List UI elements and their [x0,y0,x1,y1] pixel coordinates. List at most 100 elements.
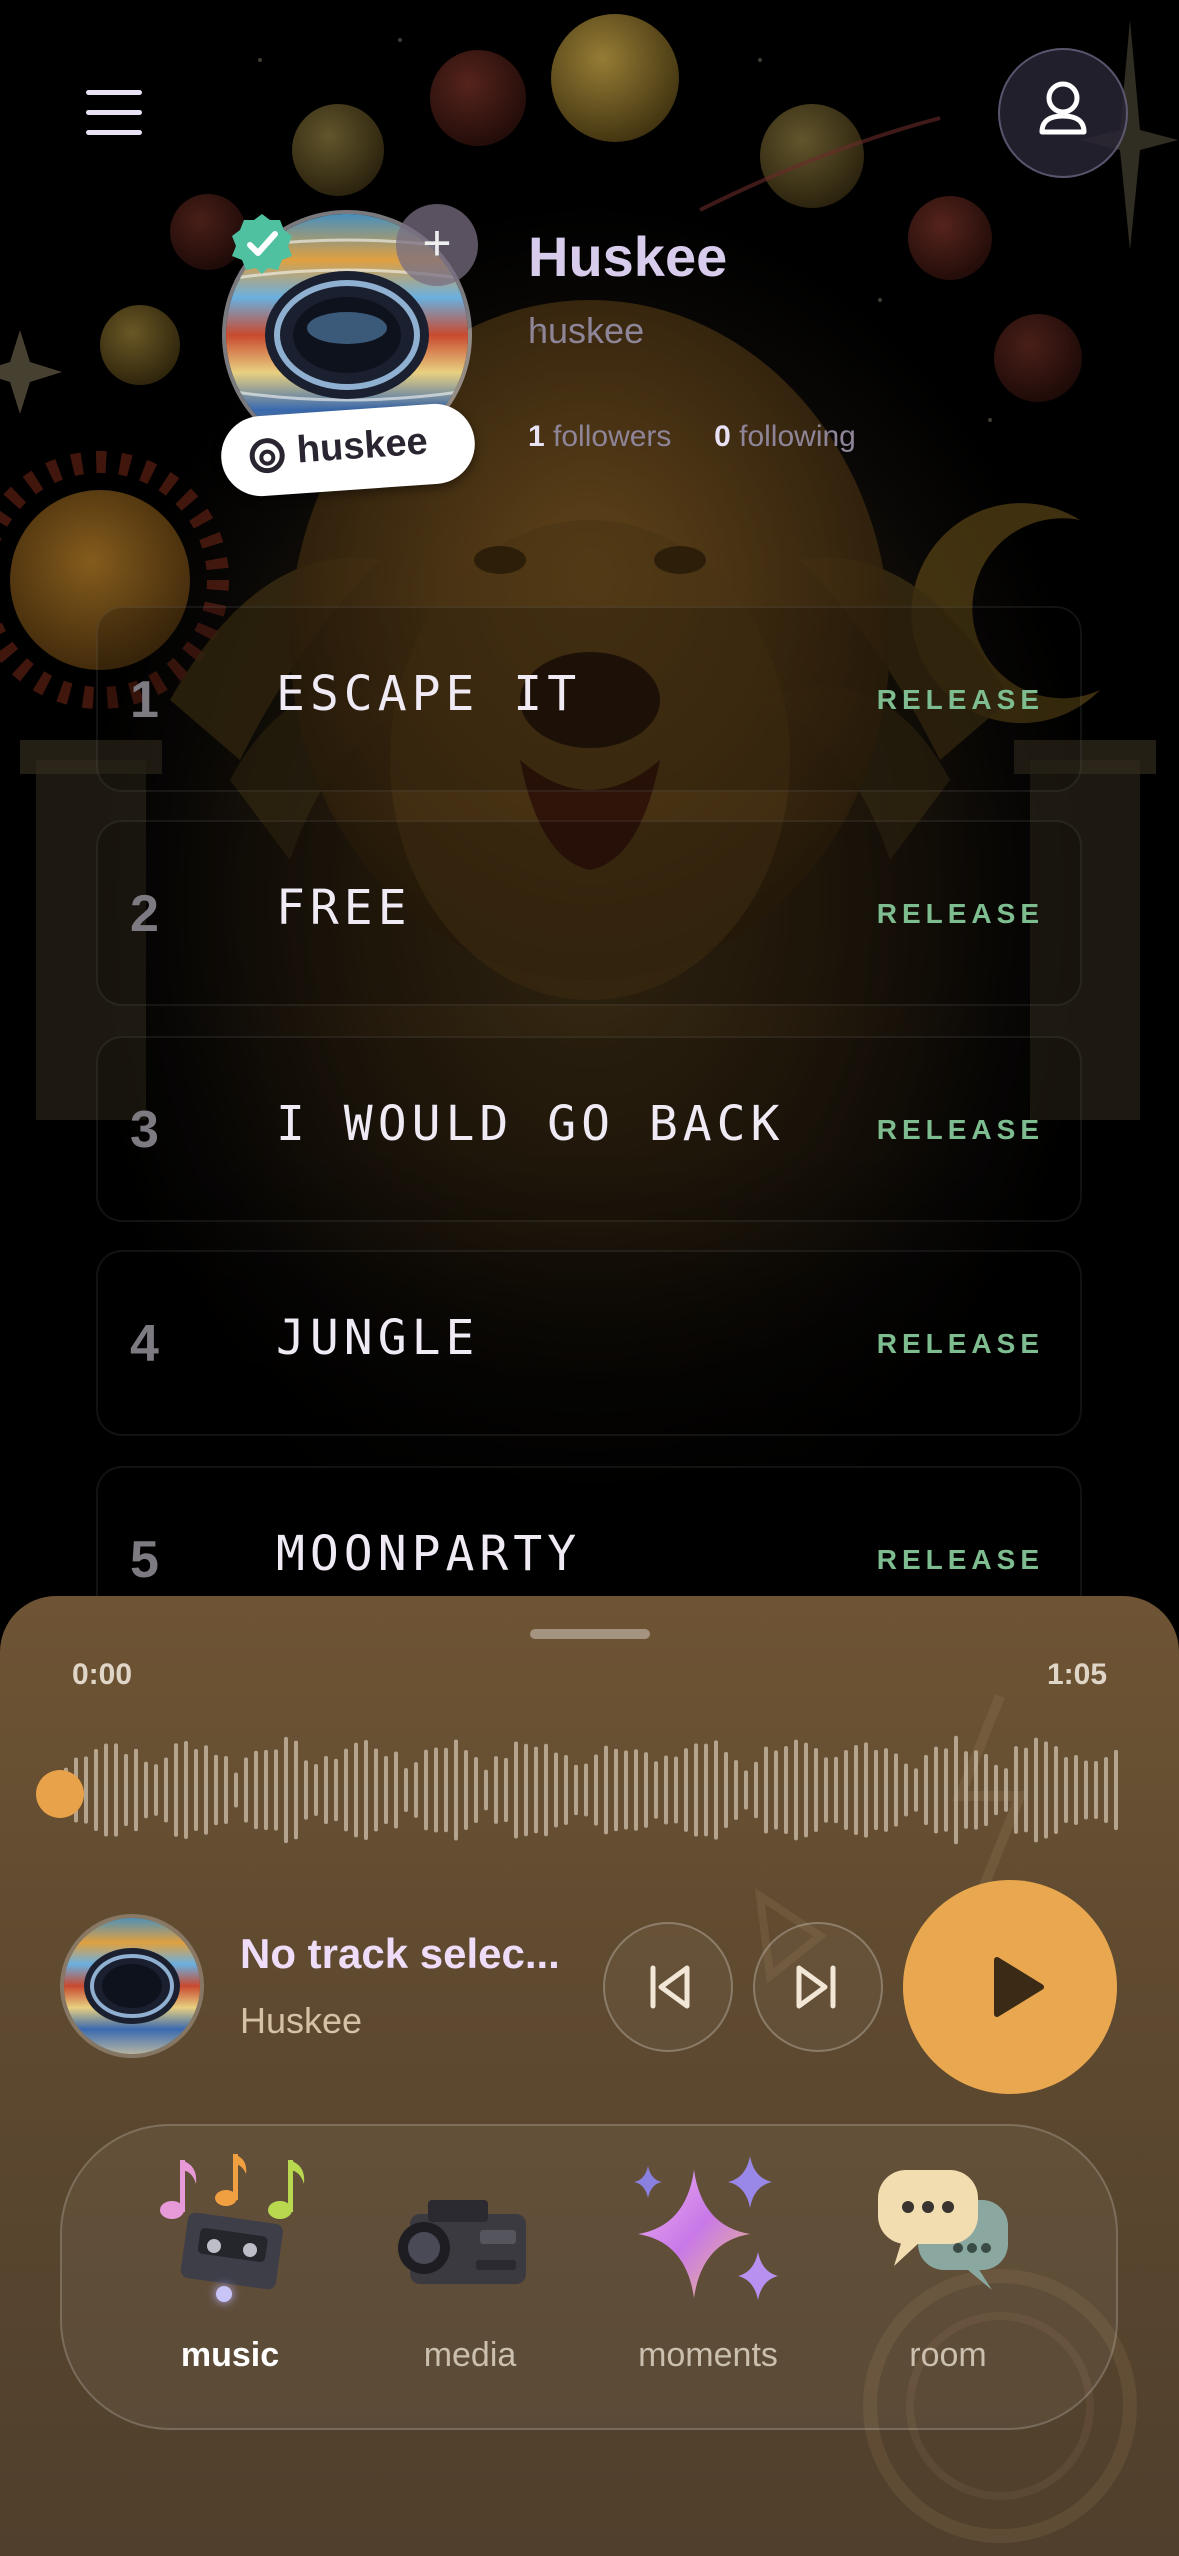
track-number: 1 [130,671,159,729]
waveform-bar [714,1740,718,1840]
waveform-bar [534,1746,538,1834]
waveform-bar [984,1753,988,1827]
waveform-bar [314,1763,318,1817]
waveform-bar [524,1743,528,1837]
nav-label-music: music [180,2336,280,2374]
waveform-bar [624,1750,628,1830]
track-title: JUNGLE [276,1310,480,1366]
artist-username: huskee [528,310,645,351]
waveform-bar [104,1743,108,1837]
waveform-bar [974,1750,978,1830]
follow-stats: 1 followers 0 following [528,420,856,454]
waveform-bar [354,1742,358,1838]
waveform-bar [634,1749,638,1831]
waveform-bar [644,1752,648,1828]
nav-item-media[interactable]: media [360,2140,580,2410]
waveform-bar [724,1751,728,1829]
total-duration: 1:05 [1046,1658,1107,1691]
waveform-bar [394,1751,398,1829]
release-tag: RELEASE [876,898,1044,929]
track-title: FREE [276,880,412,936]
waveform-bar [814,1747,818,1833]
track-row[interactable]: 2 FREE RELEASE [96,820,1082,1006]
waveform-bar [224,1756,228,1824]
release-tag: RELEASE [876,684,1044,715]
nav-item-room[interactable]: room [838,2140,1058,2410]
waveform-bar [1014,1746,1018,1834]
waveform-bar [1084,1760,1088,1820]
waveform-bar [674,1756,678,1824]
waveform-bar [364,1740,368,1840]
waveform-bar [424,1749,428,1831]
waveform-bar [664,1755,668,1825]
waveform-bar [204,1745,208,1835]
waveform-bar [554,1752,558,1828]
waveform-bar [994,1764,998,1816]
waveform-bar [1104,1757,1108,1823]
waveform-bar [734,1760,738,1820]
track-row[interactable]: 4 JUNGLE RELEASE [96,1250,1082,1436]
waveform-bar [744,1770,748,1810]
now-playing-artwork[interactable] [60,1914,204,2058]
waveform-bar [774,1750,778,1830]
skip-previous-icon [650,1965,690,2009]
waveform-bar [1094,1761,1098,1819]
waveform-bar [864,1742,868,1838]
waveform-bar [1064,1757,1068,1823]
waveform-bar [1004,1768,1008,1812]
nav-item-moments[interactable]: moments [598,2140,818,2410]
waveform-bar [484,1769,488,1811]
waveform-bar [294,1740,298,1840]
waveform-bar [1034,1737,1038,1843]
skip-next-icon [796,1965,836,2009]
play-button[interactable] [903,1880,1117,2094]
scrubber-knob[interactable] [36,1770,84,1818]
waveform-scrubber[interactable] [60,1730,1120,1850]
waveform-bar [694,1743,698,1837]
followers-label: followers [553,420,672,453]
waveform-bar [164,1757,168,1823]
waveform-bar [874,1749,878,1831]
followers-stat[interactable]: 1 followers [528,420,671,453]
release-tag: RELEASE [876,1544,1044,1575]
waveform-bar [894,1753,898,1827]
handle-label: huskee [295,420,430,472]
waveform-bar [434,1747,438,1833]
waveform-bar [274,1749,278,1831]
waveform-bar [564,1755,568,1825]
follow-button[interactable]: + [396,204,478,286]
waveform-bar [764,1746,768,1834]
nav-label-media: media [423,2336,517,2374]
active-indicator [216,2286,232,2302]
waveform-bar [234,1772,238,1808]
previous-track-button[interactable] [603,1922,733,2052]
waveform-bar [254,1750,258,1830]
waveform-bar [344,1748,348,1832]
waveform-bar [1074,1755,1078,1825]
track-number: 5 [130,1531,159,1589]
profile-button[interactable] [998,48,1128,178]
next-track-button[interactable] [753,1922,883,2052]
hamburger-menu-icon[interactable] [86,90,142,138]
waveform-bar [544,1743,548,1837]
waveform-bar [214,1754,218,1826]
waveform-bar [824,1757,828,1823]
track-title: ESCAPE IT [276,666,582,722]
following-count: 0 [714,420,731,453]
waveform-bar [584,1763,588,1817]
at-sign-icon [249,438,285,474]
nav-label-room: room [909,2336,987,2374]
waveform-bar [324,1755,328,1825]
track-row[interactable]: 3 I WOULD GO BACK RELEASE [96,1036,1082,1222]
track-row[interactable]: 1 ESCAPE IT RELEASE [96,606,1082,792]
waveform-bar [784,1745,788,1835]
camcorder-icon [398,2200,526,2284]
waveform-bar [384,1755,388,1825]
waveform-bar [654,1761,658,1819]
verified-check-icon [232,214,292,274]
waveform-bar [854,1744,858,1836]
waveform-bar [1024,1747,1028,1833]
sheet-grab-handle[interactable] [530,1629,650,1639]
nav-item-music[interactable]: music [120,2140,340,2410]
following-stat[interactable]: 0 following [714,420,856,453]
